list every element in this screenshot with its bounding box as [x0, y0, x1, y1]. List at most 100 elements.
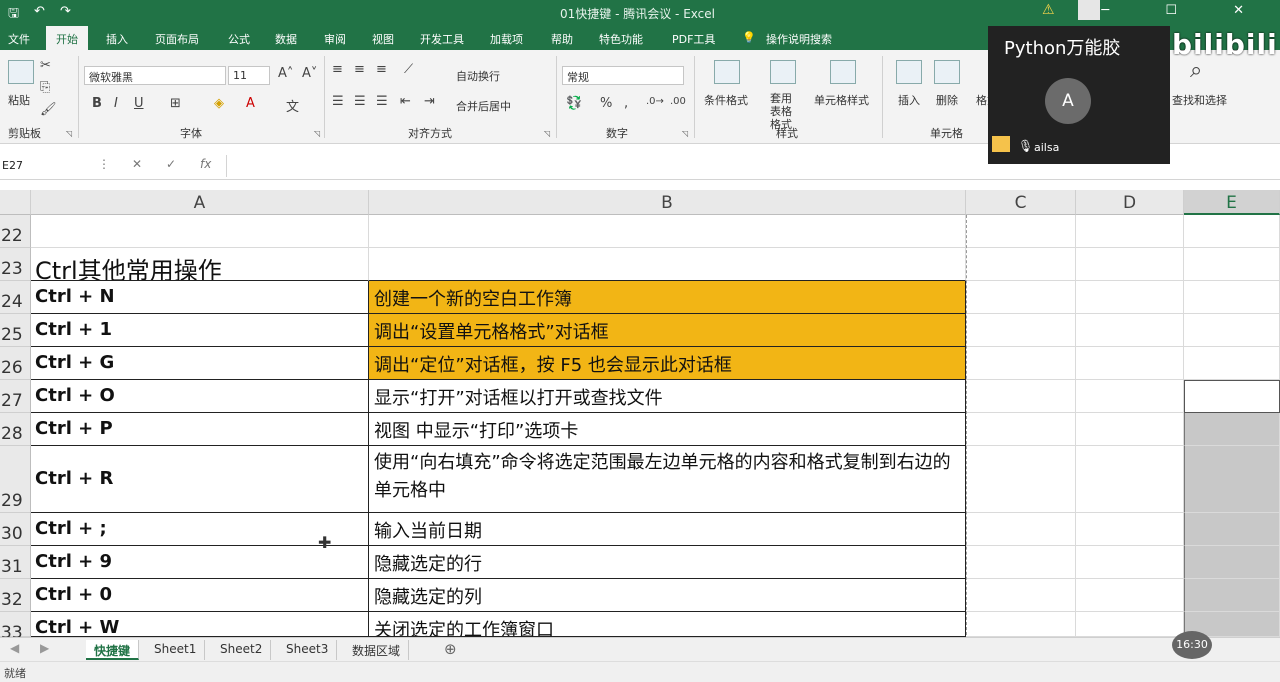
find-icon[interactable]: ⌕	[1190, 58, 1202, 83]
select-all-corner[interactable]	[0, 190, 31, 215]
grow-font-icon[interactable]: A˄	[278, 66, 293, 81]
row-header[interactable]: 31	[0, 546, 31, 579]
orientation-icon[interactable]: ⟋	[404, 62, 413, 77]
cell-d[interactable]	[1076, 248, 1184, 281]
cell-d[interactable]	[1076, 413, 1184, 446]
enter-icon[interactable]: ✓	[166, 157, 176, 171]
sheet-tab-sheet2[interactable]: Sheet2	[212, 640, 272, 660]
merge-center-button[interactable]: 合并后居中	[456, 98, 511, 114]
conditional-format-button[interactable]: 条件格式	[704, 92, 748, 108]
cell-a[interactable]: Ctrl + R	[31, 446, 369, 513]
accounting-format-icon[interactable]: 💱	[566, 96, 582, 111]
row-header[interactable]: 32	[0, 579, 31, 612]
decrease-decimal-icon[interactable]: .00	[670, 96, 686, 107]
font-color-icon[interactable]: A	[246, 96, 255, 111]
number-format-select[interactable]: 常规	[562, 66, 684, 85]
sheet-tab-shortcuts[interactable]: 快捷键	[86, 640, 140, 660]
cell-b[interactable]: 视图 中显示“打印”选项卡	[369, 413, 966, 446]
row-header[interactable]: 24	[0, 281, 31, 314]
cell-e[interactable]	[1184, 513, 1280, 546]
increase-indent-icon[interactable]: ⇥	[424, 94, 435, 109]
cell-a[interactable]: Ctrl + N	[31, 281, 369, 314]
align-middle-icon[interactable]: ≡	[354, 62, 365, 77]
column-header-d[interactable]: D	[1076, 190, 1184, 215]
row-header[interactable]: 30	[0, 513, 31, 546]
percent-button[interactable]: %	[600, 96, 612, 111]
delete-cells-button[interactable]: 删除	[936, 92, 958, 108]
bold-button[interactable]: B	[92, 96, 102, 111]
fill-color-icon[interactable]: ◈	[214, 96, 224, 111]
cell-e[interactable]	[1184, 347, 1280, 380]
cell-e[interactable]	[1184, 281, 1280, 314]
cell-d[interactable]	[1076, 513, 1184, 546]
delete-cells-icon[interactable]	[934, 60, 960, 84]
cell-c[interactable]	[966, 215, 1076, 248]
row-header[interactable]: 25	[0, 314, 31, 347]
number-launcher-icon[interactable]: ◹	[682, 129, 688, 138]
align-left-icon[interactable]: ☰	[332, 94, 344, 109]
align-center-icon[interactable]: ☰	[354, 94, 366, 109]
cell-b[interactable]: 调出“设置单元格格式”对话框	[369, 314, 966, 347]
tab-page-layout[interactable]: 页面布局	[155, 31, 199, 47]
tab-view[interactable]: 视图	[372, 31, 394, 47]
name-box[interactable]: E27	[0, 156, 92, 176]
cell-a[interactable]: Ctrl + 0	[31, 579, 369, 612]
cell-b[interactable]: 显示“打开”对话框以打开或查找文件	[369, 380, 966, 413]
row-header[interactable]: 27	[0, 380, 31, 413]
redo-icon[interactable]: ↷	[60, 4, 71, 19]
cell-d[interactable]	[1076, 579, 1184, 612]
tab-addins[interactable]: 加载项	[490, 31, 523, 47]
cell-c[interactable]	[966, 380, 1076, 413]
cell-b[interactable]: 隐藏选定的列	[369, 579, 966, 612]
prev-sheet-icon[interactable]: ◀	[10, 641, 19, 655]
cell-c[interactable]	[966, 546, 1076, 579]
tell-me-search[interactable]: 操作说明搜索	[766, 31, 832, 47]
insert-cells-icon[interactable]	[896, 60, 922, 84]
add-sheet-icon[interactable]: ⊕	[444, 640, 457, 658]
cell-styles-button[interactable]: 单元格样式	[814, 92, 869, 108]
wrap-text-button[interactable]: 自动换行	[456, 68, 500, 84]
cell-b[interactable]: 隐藏选定的行	[369, 546, 966, 579]
column-header-a[interactable]: A	[31, 190, 369, 215]
font-name-select[interactable]: 微软雅黑	[84, 66, 226, 85]
row-header[interactable]: 26	[0, 347, 31, 380]
italic-button[interactable]: I	[114, 96, 118, 111]
cell-e[interactable]	[1184, 579, 1280, 612]
align-top-icon[interactable]: ≡	[332, 62, 343, 77]
tab-pdf-tools[interactable]: PDF工具	[672, 31, 715, 47]
column-header-c[interactable]: C	[966, 190, 1076, 215]
increase-decimal-icon[interactable]: .0→	[646, 96, 664, 107]
sheet-tab-data-area[interactable]: 数据区域	[344, 640, 410, 660]
cancel-icon[interactable]: ✕	[132, 157, 142, 171]
undo-icon[interactable]: ↶	[34, 4, 45, 19]
cell-b[interactable]: 创建一个新的空白工作簿	[369, 281, 966, 314]
cell-c[interactable]	[966, 612, 1076, 637]
next-sheet-icon[interactable]: ▶	[40, 641, 49, 655]
copy-icon[interactable]: ⎘	[40, 80, 50, 95]
cell-e[interactable]	[1184, 380, 1280, 413]
tab-file[interactable]: 文件	[8, 31, 30, 47]
cell-styles-icon[interactable]	[830, 60, 856, 84]
alignment-launcher-icon[interactable]: ◹	[544, 129, 550, 138]
shrink-font-icon[interactable]: A˅	[302, 66, 317, 81]
cell-d[interactable]	[1076, 347, 1184, 380]
warning-icon[interactable]: ⚠	[1042, 2, 1055, 18]
cell-e[interactable]	[1184, 215, 1280, 248]
sheet-tab-sheet3[interactable]: Sheet3	[278, 640, 338, 660]
cell-d[interactable]	[1076, 546, 1184, 579]
cell-c[interactable]	[966, 347, 1076, 380]
window-controls[interactable]: ─ ☐ ✕	[1101, 3, 1270, 18]
account-avatar[interactable]	[1078, 0, 1100, 20]
cell-c[interactable]	[966, 446, 1076, 513]
row-header[interactable]: 23	[0, 248, 31, 281]
save-icon[interactable]: 🖫	[8, 4, 19, 26]
tab-insert[interactable]: 插入	[106, 31, 128, 47]
cell-b[interactable]: 使用“向右填充”命令将选定范围最左边单元格的内容和格式复制到右边的单元格中	[369, 446, 966, 513]
row-header[interactable]: 22	[0, 215, 31, 248]
align-right-icon[interactable]: ☰	[376, 94, 388, 109]
cell-c[interactable]	[966, 314, 1076, 347]
cell-b[interactable]	[369, 248, 966, 281]
insert-function-button[interactable]: fx	[200, 157, 211, 171]
sheet-tab-sheet1[interactable]: Sheet1	[146, 640, 206, 660]
tab-help[interactable]: 帮助	[551, 31, 573, 47]
